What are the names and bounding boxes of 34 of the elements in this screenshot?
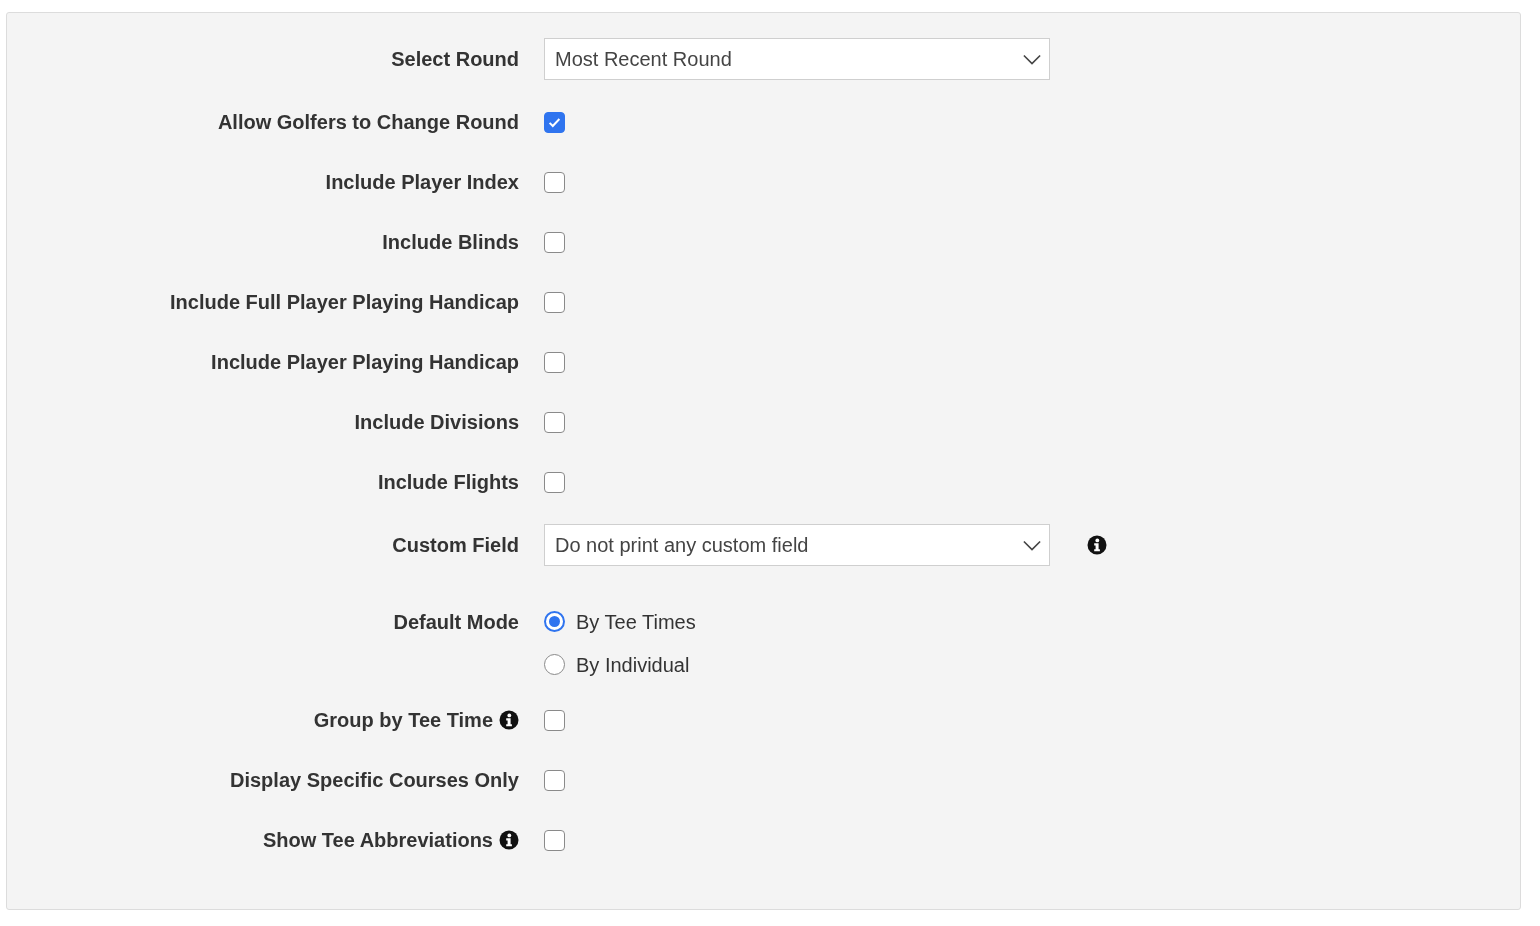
setting-label: Select Round — [391, 47, 519, 72]
setting-label: Include Divisions — [354, 410, 519, 435]
checkbox[interactable] — [544, 709, 565, 731]
setting-label: Include Full Player Playing Handicap — [170, 290, 519, 315]
setting-label: Show Tee Abbreviations — [262, 828, 493, 853]
checkbox[interactable] — [544, 471, 565, 493]
setting-label: Display Specific Courses Only — [230, 768, 519, 793]
checkbox[interactable] — [544, 829, 565, 851]
radio-label[interactable]: By Individual — [576, 649, 690, 680]
setting-label: Include Flights — [377, 470, 519, 495]
dropdown[interactable]: Do not print any custom field — [544, 524, 1050, 566]
radio-label[interactable]: By Tee Times — [576, 606, 696, 637]
radio-button[interactable] — [544, 611, 565, 632]
checkbox[interactable] — [544, 111, 565, 133]
chevron-down-icon — [1023, 53, 1041, 65]
setting-label: Include Player Index — [325, 170, 519, 195]
checkbox[interactable] — [544, 231, 565, 253]
setting-label: Custom Field — [392, 533, 519, 558]
setting-label: Group by Tee Time — [313, 708, 493, 733]
info-icon[interactable] — [499, 710, 519, 730]
checkbox[interactable] — [544, 769, 565, 791]
setting-label: Allow Golfers to Change Round — [217, 110, 519, 135]
checkbox[interactable] — [544, 291, 565, 313]
setting-label: Include Player Playing Handicap — [211, 350, 519, 375]
dropdown[interactable]: Most Recent Round — [544, 38, 1050, 80]
checkbox[interactable] — [544, 351, 565, 373]
chevron-down-icon — [1023, 539, 1041, 551]
checkbox[interactable] — [544, 411, 565, 433]
radio-button[interactable] — [544, 654, 565, 675]
setting-label: Default Mode — [393, 609, 519, 635]
setting-label: Include Blinds — [382, 230, 519, 255]
info-icon[interactable] — [499, 830, 519, 850]
checkbox[interactable] — [544, 171, 565, 193]
info-icon[interactable] — [1087, 535, 1107, 555]
